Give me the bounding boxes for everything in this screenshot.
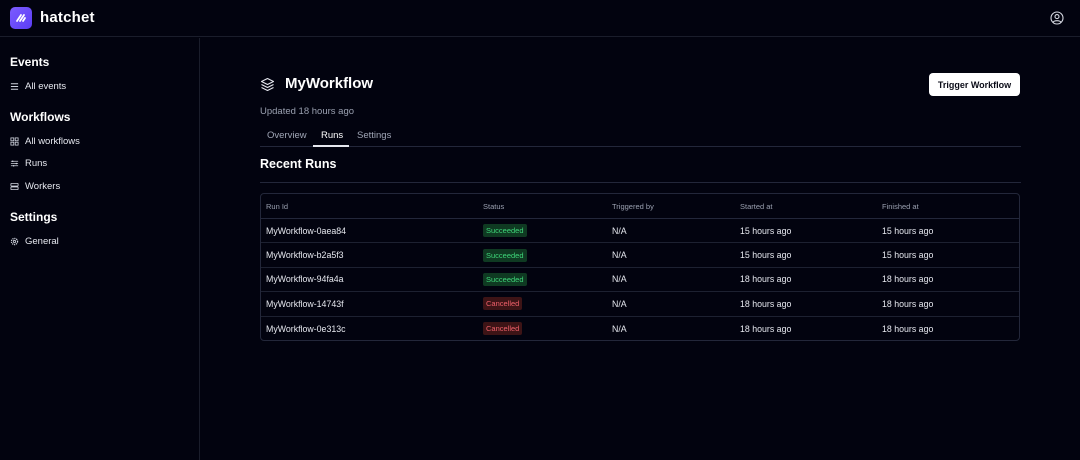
column-header-run-id[interactable]: Run Id xyxy=(266,194,288,218)
sidebar-item-workers[interactable]: Workers xyxy=(10,178,60,194)
status-badge: Succeeded xyxy=(483,248,527,262)
layers-icon xyxy=(260,77,275,92)
runs-table: Run Id Status Triggered by Started at Fi… xyxy=(260,193,1020,341)
column-header-finished-at[interactable]: Finished at xyxy=(882,194,919,218)
page-title: MyWorkflow xyxy=(285,75,374,92)
status-cell: Succeeded xyxy=(483,268,527,291)
table-row[interactable]: MyWorkflow-0aea84 Succeeded N/A 15 hours… xyxy=(261,219,1019,244)
run-id-cell[interactable]: MyWorkflow-b2a5f3 xyxy=(266,243,344,266)
sidebar-heading-settings: Settings xyxy=(10,210,58,224)
triggered-by-cell: N/A xyxy=(612,323,627,334)
tab-settings[interactable]: Settings xyxy=(357,130,391,141)
started-at-cell: 15 hours ago xyxy=(740,225,792,236)
run-id-cell[interactable]: MyWorkflow-0e313c xyxy=(266,317,346,340)
column-header-status[interactable]: Status xyxy=(483,194,504,218)
list-icon xyxy=(10,82,19,90)
run-id-cell[interactable]: MyWorkflow-14743f xyxy=(266,292,344,315)
updated-timestamp: Updated 18 hours ago xyxy=(260,106,355,117)
table-row[interactable]: MyWorkflow-0e313c Cancelled N/A 18 hours… xyxy=(261,317,1019,340)
user-account-icon[interactable] xyxy=(1050,11,1064,25)
finished-at-cell: 18 hours ago xyxy=(882,298,934,309)
sidebar: Events All events Workflows All workflow… xyxy=(0,38,200,460)
tab-overview[interactable]: Overview xyxy=(267,130,307,141)
sidebar-item-label: All workflows xyxy=(25,135,80,147)
sidebar-heading-events: Events xyxy=(10,55,50,69)
recent-runs-heading: Recent Runs xyxy=(260,157,337,171)
table-row[interactable]: MyWorkflow-94fa4a Succeeded N/A 18 hours… xyxy=(261,268,1019,293)
sidebar-item-all-events[interactable]: All events xyxy=(10,78,66,94)
status-cell: Succeeded xyxy=(483,219,527,242)
grid-icon xyxy=(10,136,19,146)
active-tab-indicator xyxy=(313,145,349,147)
started-at-cell: 15 hours ago xyxy=(740,250,792,261)
sidebar-item-runs[interactable]: Runs xyxy=(10,155,47,171)
section-divider xyxy=(260,182,1021,183)
triggered-by-cell: N/A xyxy=(612,250,627,261)
status-cell: Cancelled xyxy=(483,292,523,315)
run-id-cell[interactable]: MyWorkflow-0aea84 xyxy=(266,219,346,242)
started-at-cell: 18 hours ago xyxy=(740,323,792,334)
sidebar-item-label: All events xyxy=(25,80,67,92)
finished-at-cell: 18 hours ago xyxy=(882,323,934,334)
sidebar-item-all-workflows[interactable]: All workflows xyxy=(10,133,80,149)
finished-at-cell: 15 hours ago xyxy=(882,225,934,236)
logo-mark-icon xyxy=(16,14,26,22)
server-icon xyxy=(10,182,19,190)
started-at-cell: 18 hours ago xyxy=(740,298,792,309)
triggered-by-cell: N/A xyxy=(612,298,627,309)
triggered-by-cell: N/A xyxy=(612,225,627,236)
brand-name: hatchet xyxy=(40,9,95,26)
status-badge: Succeeded xyxy=(483,272,527,286)
main-content: MyWorkflow Trigger Workflow Updated 18 h… xyxy=(200,38,1080,460)
sidebar-item-general[interactable]: General xyxy=(10,233,59,249)
column-header-triggered-by[interactable]: Triggered by xyxy=(612,194,654,218)
sidebar-heading-workflows: Workflows xyxy=(10,110,71,124)
gear-icon xyxy=(10,237,19,245)
table-header-row: Run Id Status Triggered by Started at Fi… xyxy=(261,194,1019,219)
status-cell: Succeeded xyxy=(483,243,527,266)
finished-at-cell: 18 hours ago xyxy=(882,274,934,285)
triggered-by-cell: N/A xyxy=(612,274,627,285)
started-at-cell: 18 hours ago xyxy=(740,274,792,285)
table-row[interactable]: MyWorkflow-b2a5f3 Succeeded N/A 15 hours… xyxy=(261,243,1019,268)
status-badge: Succeeded xyxy=(483,224,527,238)
sliders-icon xyxy=(10,159,19,167)
status-cell: Cancelled xyxy=(483,317,523,340)
hatchet-logo[interactable] xyxy=(10,7,32,29)
status-badge: Cancelled xyxy=(483,322,523,336)
sidebar-item-label: Workers xyxy=(25,180,61,192)
table-row[interactable]: MyWorkflow-14743f Cancelled N/A 18 hours… xyxy=(261,292,1019,317)
tab-runs[interactable]: Runs xyxy=(321,130,343,141)
sidebar-item-label: Runs xyxy=(25,157,48,169)
run-id-cell[interactable]: MyWorkflow-94fa4a xyxy=(266,268,344,291)
trigger-workflow-button[interactable]: Trigger Workflow xyxy=(929,73,1020,96)
sidebar-item-label: General xyxy=(25,235,59,247)
finished-at-cell: 15 hours ago xyxy=(882,250,934,261)
column-header-started-at[interactable]: Started at xyxy=(740,194,773,218)
top-bar: hatchet xyxy=(0,0,1080,37)
workflow-tabs: Overview Runs Settings xyxy=(260,128,1021,147)
status-badge: Cancelled xyxy=(483,297,523,311)
